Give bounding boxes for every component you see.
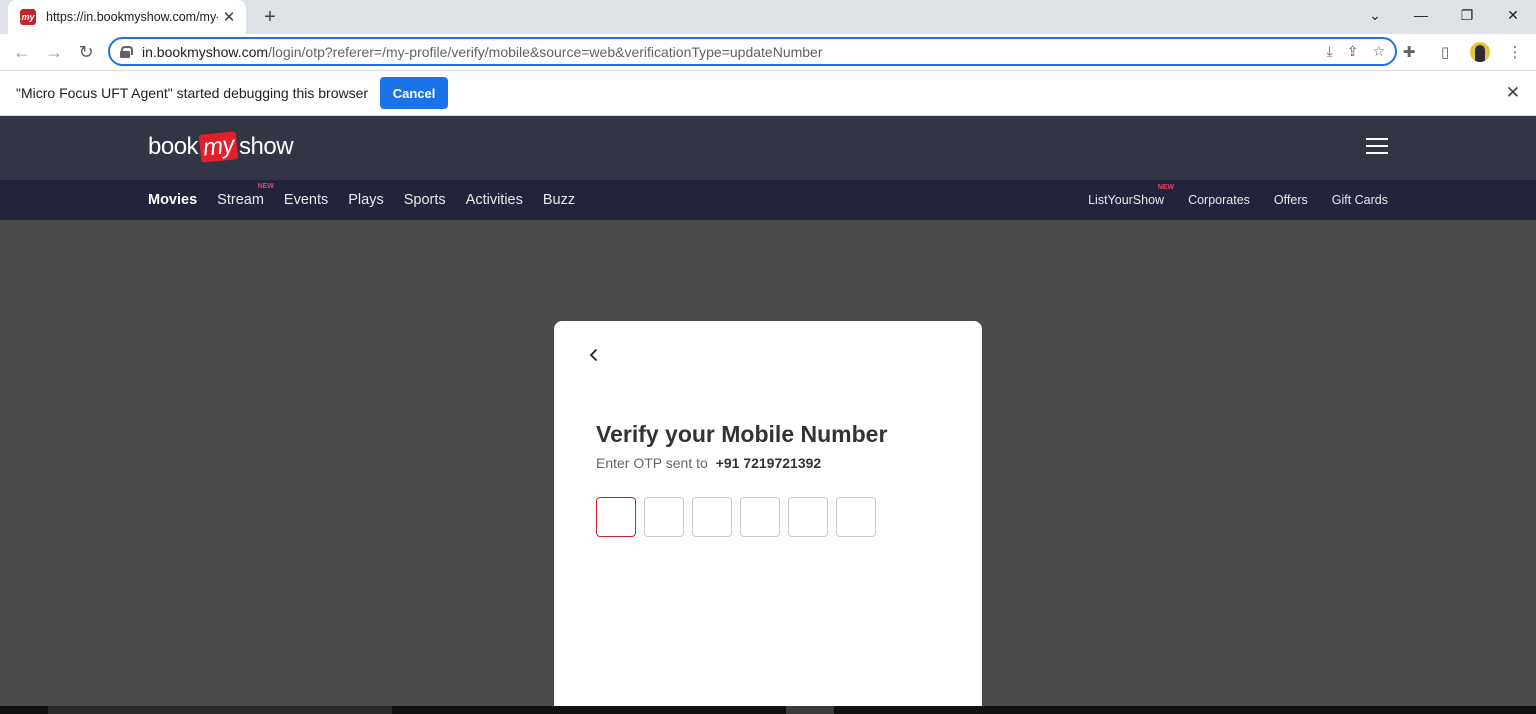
side-panel-icon[interactable]: ▯: [1434, 41, 1456, 63]
logo-my: my: [198, 131, 239, 163]
otp-digit-input-6[interactable]: [836, 497, 876, 537]
nav-label: Activities: [465, 192, 523, 208]
nav-label: Corporates: [1188, 193, 1250, 207]
nav-label: Plays: [348, 192, 384, 208]
tab-close-icon[interactable]: ✕: [220, 8, 238, 26]
address-bar[interactable]: in.bookmyshow.com/login/otp?referer=/my-…: [108, 37, 1397, 66]
nav-left-buzz[interactable]: Buzz: [543, 192, 575, 208]
url-text[interactable]: in.bookmyshow.com/login/otp?referer=/my-…: [142, 44, 823, 60]
nav-left-sports[interactable]: Sports: [404, 192, 446, 208]
lock-icon[interactable]: [120, 46, 133, 58]
omnibox-actions: ⤓ ⇪ ☆: [1327, 43, 1386, 60]
nav-right-listyourshow[interactable]: ListYourShow NEW: [1088, 184, 1174, 207]
new-badge: NEW: [1157, 184, 1175, 191]
debug-infobar: "Micro Focus UFT Agent" started debuggin…: [0, 70, 1536, 116]
otp-digit-input-4[interactable]: [740, 497, 780, 537]
restore-icon[interactable]: ❐: [1444, 0, 1490, 30]
nav-label: Gift Cards: [1331, 193, 1388, 207]
browser-tabstrip: my https://in.bookmyshow.com/my-profile/…: [0, 0, 1536, 34]
window-controls: ⌄ — ❐ ✕: [1352, 0, 1536, 30]
infobar-cancel-button[interactable]: Cancel: [380, 77, 449, 109]
nav-right-gift-cards[interactable]: Gift Cards: [1332, 193, 1388, 207]
infobar-close-icon[interactable]: ✕: [1506, 83, 1520, 103]
bookmyshow-logo[interactable]: book my show: [148, 130, 294, 164]
nav-left-stream[interactable]: Stream NEW: [217, 183, 274, 208]
otp-input-row: [596, 497, 876, 537]
reload-icon[interactable]: ↻: [74, 40, 98, 64]
infobar-message: "Micro Focus UFT Agent" started debuggin…: [16, 85, 369, 101]
nav-label: Movies: [148, 192, 198, 208]
otp-digit-input-3[interactable]: [692, 497, 732, 537]
otp-digit-input-2[interactable]: [644, 497, 684, 537]
os-taskbar: [0, 706, 1536, 714]
otp-modal: Verify your Mobile Number Enter OTP sent…: [554, 321, 982, 714]
install-icon[interactable]: ⤓: [1327, 43, 1333, 60]
nav-label: Events: [283, 192, 329, 208]
back-arrow-icon[interactable]: ←: [10, 40, 34, 64]
profile-avatar[interactable]: [1470, 42, 1490, 62]
otp-digit-input-5[interactable]: [788, 497, 828, 537]
nav-label: Offers: [1273, 193, 1308, 207]
extensions-icon[interactable]: ✚: [1398, 41, 1420, 63]
nav-left-movies[interactable]: Movies: [148, 192, 197, 208]
browser-toolbar: ← → ↻ in.bookmyshow.com/login/otp?refere…: [0, 34, 1536, 70]
tab-title: https://in.bookmyshow.com/my-profile/ver…: [46, 10, 218, 24]
nav-right-offers[interactable]: Offers: [1274, 193, 1308, 207]
nav-label: Sports: [403, 192, 446, 208]
logo-book: book: [148, 133, 199, 160]
phone-number: +91 7219721392: [715, 455, 822, 471]
forward-arrow-icon[interactable]: →: [42, 40, 66, 64]
modal-subtitle: Enter OTP sent to +91 7219721392: [596, 455, 821, 471]
new-tab-icon[interactable]: +: [260, 6, 280, 28]
new-badge: NEW: [257, 183, 274, 190]
taskbar-item[interactable]: [786, 706, 834, 714]
nav-right-corporates[interactable]: Corporates: [1188, 193, 1250, 207]
nav-right: ListYourShow NEW Corporates Offers Gift Card…: [1088, 180, 1388, 220]
logo-show: show: [239, 133, 294, 160]
nav-left-plays[interactable]: Plays: [348, 192, 383, 208]
nav-left-activities[interactable]: Activities: [466, 192, 523, 208]
nav-label: Stream: [217, 192, 264, 208]
modal-title: Verify your Mobile Number: [596, 421, 888, 447]
minimize-icon[interactable]: —: [1398, 0, 1444, 30]
menu-kebab-icon[interactable]: ⋮: [1504, 41, 1526, 63]
nav-label: Buzz: [542, 192, 576, 208]
nav-left-events[interactable]: Events: [284, 192, 328, 208]
toolbar-right: ✚ ▯ ⋮: [1398, 41, 1526, 63]
nav-label: ListYourShow: [1088, 193, 1165, 207]
nav-left: Movies Stream NEW Events Plays Sports Activiti…: [148, 180, 575, 220]
taskbar-item[interactable]: [48, 706, 392, 714]
browser-tab[interactable]: my https://in.bookmyshow.com/my-profile/…: [8, 0, 246, 34]
hamburger-menu-icon[interactable]: [1366, 138, 1388, 156]
otp-digit-input-1[interactable]: [596, 497, 636, 537]
back-chevron-icon[interactable]: [582, 343, 606, 367]
otp-sent-text: Enter OTP sent to: [596, 455, 708, 471]
bookmark-star-icon[interactable]: ☆: [1372, 43, 1385, 60]
site-header: book my show: [0, 116, 1536, 180]
url-host: in.bookmyshow.com: [142, 43, 269, 60]
share-icon[interactable]: ⇪: [1347, 43, 1359, 60]
url-path: /login/otp?referer=/my-profile/verify/mo…: [268, 43, 823, 60]
close-window-icon[interactable]: ✕: [1490, 0, 1536, 30]
bookmyshow-favicon-icon: my: [20, 9, 36, 25]
site-nav: Movies Stream NEW Events Plays Sports Activiti…: [0, 180, 1536, 220]
tab-search-icon[interactable]: ⌄: [1352, 0, 1398, 30]
